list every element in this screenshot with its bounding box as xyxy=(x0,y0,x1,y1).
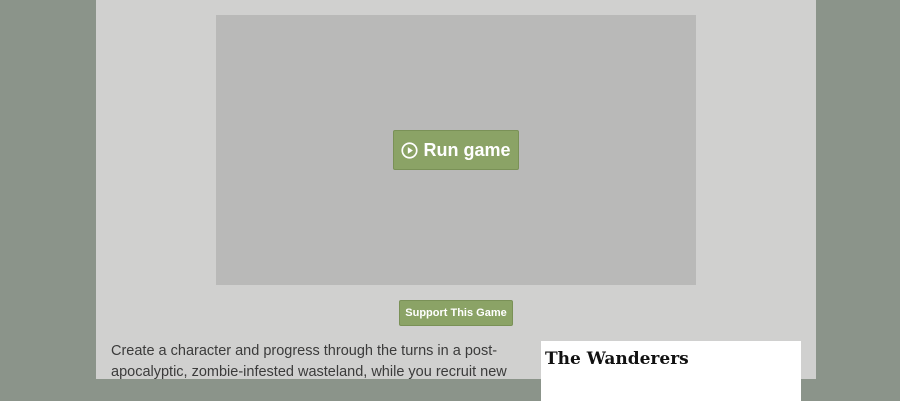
play-circle-icon xyxy=(401,141,419,159)
game-frame: Run game xyxy=(216,15,696,285)
game-title: The Wanderers xyxy=(545,349,689,369)
support-game-button[interactable]: Support This Game xyxy=(399,300,513,326)
game-description: Create a character and progress through … xyxy=(111,343,507,380)
run-game-label: Run game xyxy=(423,139,511,160)
game-info-panel: The Wanderers xyxy=(541,341,801,401)
run-game-button[interactable]: Run game xyxy=(393,130,519,170)
game-page: Run game Support This Game Create a char… xyxy=(96,0,816,401)
